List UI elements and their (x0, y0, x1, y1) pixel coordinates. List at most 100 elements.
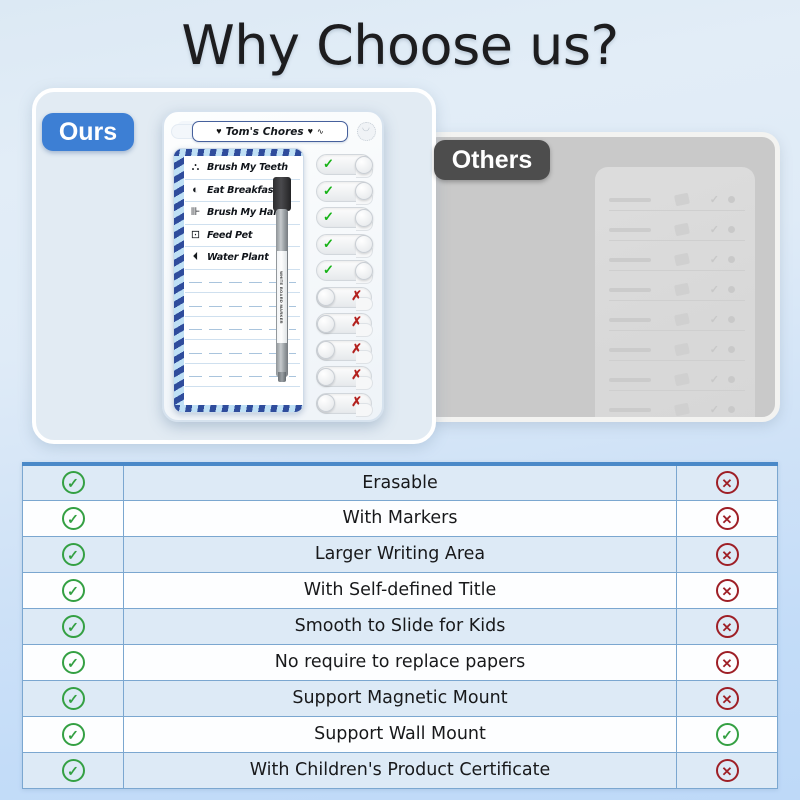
slider-knob[interactable] (317, 314, 335, 333)
cross-circle-icon: ✕ (715, 471, 739, 495)
table-row: ✓ Erasable ✕ (22, 463, 778, 501)
sun-icon (357, 122, 376, 141)
others-product-image: ✓ ✓ ✓ ✓ ✓ ✓ ✓ ✓ (595, 167, 755, 417)
chore-label: Eat Breakfast (207, 184, 278, 196)
comparison-table: ✓ Erasable ✕ ✓ With Markers ✕ ✓ Larger Writing … (22, 462, 778, 789)
stripe-top-decoration (174, 149, 303, 156)
marker-label: WHITE BOARD MARKER (276, 251, 287, 343)
slider-knob[interactable] (355, 235, 373, 253)
cross-circle-icon: ✕ (715, 542, 739, 566)
cell-feature: Support Wall Mount (123, 715, 677, 753)
check-circle-icon: ✓ (715, 722, 739, 746)
badge-ours: Ours (42, 113, 134, 151)
others-row-text (609, 377, 651, 382)
others-product-row: ✓ (609, 339, 745, 361)
cell-ours: ✓ (22, 499, 124, 537)
others-product-row: ✓ (609, 399, 745, 417)
others-dot-icon (728, 256, 735, 263)
check-circle-icon: ✓ (61, 650, 85, 674)
cell-ours: ✓ (22, 535, 124, 573)
whiteboard-marker[interactable]: WHITE BOARD MARKER (272, 177, 291, 382)
chore-slider[interactable]: ✗ (312, 389, 376, 417)
slider-knob[interactable] (355, 261, 373, 280)
cross-circle-icon: ✕ (715, 650, 739, 674)
cell-feature: Larger Writing Area (123, 535, 677, 573)
check-circle-icon: ✓ (61, 506, 85, 530)
slider-knob[interactable] (317, 367, 335, 386)
check-circle-icon: ✓ (61, 471, 85, 495)
cell-ours: ✓ (22, 679, 124, 717)
chore-slider[interactable]: ✗ (312, 336, 376, 364)
cell-feature: With Children's Product Certificate (123, 751, 677, 789)
chore-slider[interactable]: ✓ (312, 203, 376, 231)
chore-label: Feed Pet (207, 229, 253, 241)
cross-icon: ✗ (351, 340, 362, 356)
others-row-text (609, 317, 651, 322)
chore-slider[interactable]: ✗ (312, 283, 376, 311)
chore-slider[interactable]: ✓ (312, 256, 376, 284)
slider-knob[interactable] (317, 341, 335, 359)
check-circle-icon: ✓ (61, 722, 85, 746)
cell-others: ✕ (676, 499, 778, 537)
others-product-row: ✓ (609, 279, 745, 301)
others-check-icon: ✓ (709, 254, 719, 266)
cell-feature: Smooth to Slide for Kids (123, 607, 677, 645)
table-row: ✓ Larger Writing Area ✕ (22, 535, 778, 573)
chore-slider[interactable]: ✓ (312, 150, 376, 178)
check-circle-icon: ✓ (61, 578, 85, 602)
cross-icon: ✗ (351, 314, 362, 329)
slider-knob[interactable] (317, 394, 335, 412)
chore-slider[interactable]: ✗ (312, 362, 376, 390)
others-dot-icon (728, 346, 735, 353)
watering-can-icon: ⏴ (192, 251, 199, 264)
table-row: ✓ With Children's Product Certificate ✕ (22, 751, 778, 789)
slider-knob[interactable] (355, 182, 373, 200)
others-check-icon: ✓ (709, 404, 719, 416)
others-row-icon (674, 192, 690, 207)
others-dot-icon (728, 376, 735, 383)
others-dot-icon (728, 196, 735, 203)
cell-feature: With Markers (123, 499, 677, 537)
marker-label-text: WHITE BOARD MARKER (279, 270, 285, 324)
comb-icon: ⊪ (190, 206, 201, 219)
chore-label: Brush My Teeth (207, 162, 288, 174)
cell-others: ✕ (676, 751, 778, 789)
check-icon: ✓ (323, 262, 334, 277)
table-row: ✓ Support Wall Mount ✓ (22, 715, 778, 753)
slider-knob[interactable] (317, 288, 335, 306)
others-check-icon: ✓ (709, 284, 719, 296)
pet-face-icon: ⊡ (190, 228, 201, 241)
others-row-text (609, 227, 651, 232)
table-row: ✓ With Self-defined Title ✕ (22, 571, 778, 609)
slider-column: ✓ ✓ ✓ ✓ ✓ ✗ ✗ ✗ ✗ ✗ (312, 150, 376, 417)
slider-knob[interactable] (355, 155, 373, 174)
others-dot-icon (728, 316, 735, 323)
bread-icon: ◐ (192, 183, 199, 196)
cross-icon: ✗ (351, 367, 362, 382)
cross-circle-icon: ✕ (715, 686, 739, 710)
board-title-plate[interactable]: ♥ Tom's Chores ♥ ∿ (192, 121, 348, 142)
others-row-icon (674, 312, 690, 327)
chore-slider[interactable]: ✓ (312, 177, 376, 205)
table-row: ✓ With Markers ✕ (22, 499, 778, 537)
others-dot-icon (728, 406, 735, 413)
cell-feature: No require to replace papers (123, 643, 677, 681)
chore-slider[interactable]: ✗ (312, 309, 376, 337)
check-circle-icon: ✓ (61, 614, 85, 638)
others-row-text (609, 347, 651, 352)
others-row-text (609, 197, 651, 202)
cell-others: ✓ (676, 715, 778, 753)
others-product-row: ✓ (609, 249, 745, 271)
check-circle-icon: ✓ (61, 542, 85, 566)
cross-circle-icon: ✕ (715, 758, 739, 782)
stripe-bottom-decoration (174, 405, 303, 412)
board-title-text: Tom's Chores (225, 125, 304, 138)
check-icon: ✓ (323, 235, 334, 251)
chore-label: Water Plant (207, 252, 269, 264)
cell-ours: ✓ (22, 463, 124, 501)
others-row-text (609, 287, 651, 292)
others-product-row: ✓ (609, 309, 745, 331)
chore-slider[interactable]: ✓ (312, 230, 376, 258)
slider-knob[interactable] (355, 208, 373, 227)
cell-others: ✕ (676, 463, 778, 501)
